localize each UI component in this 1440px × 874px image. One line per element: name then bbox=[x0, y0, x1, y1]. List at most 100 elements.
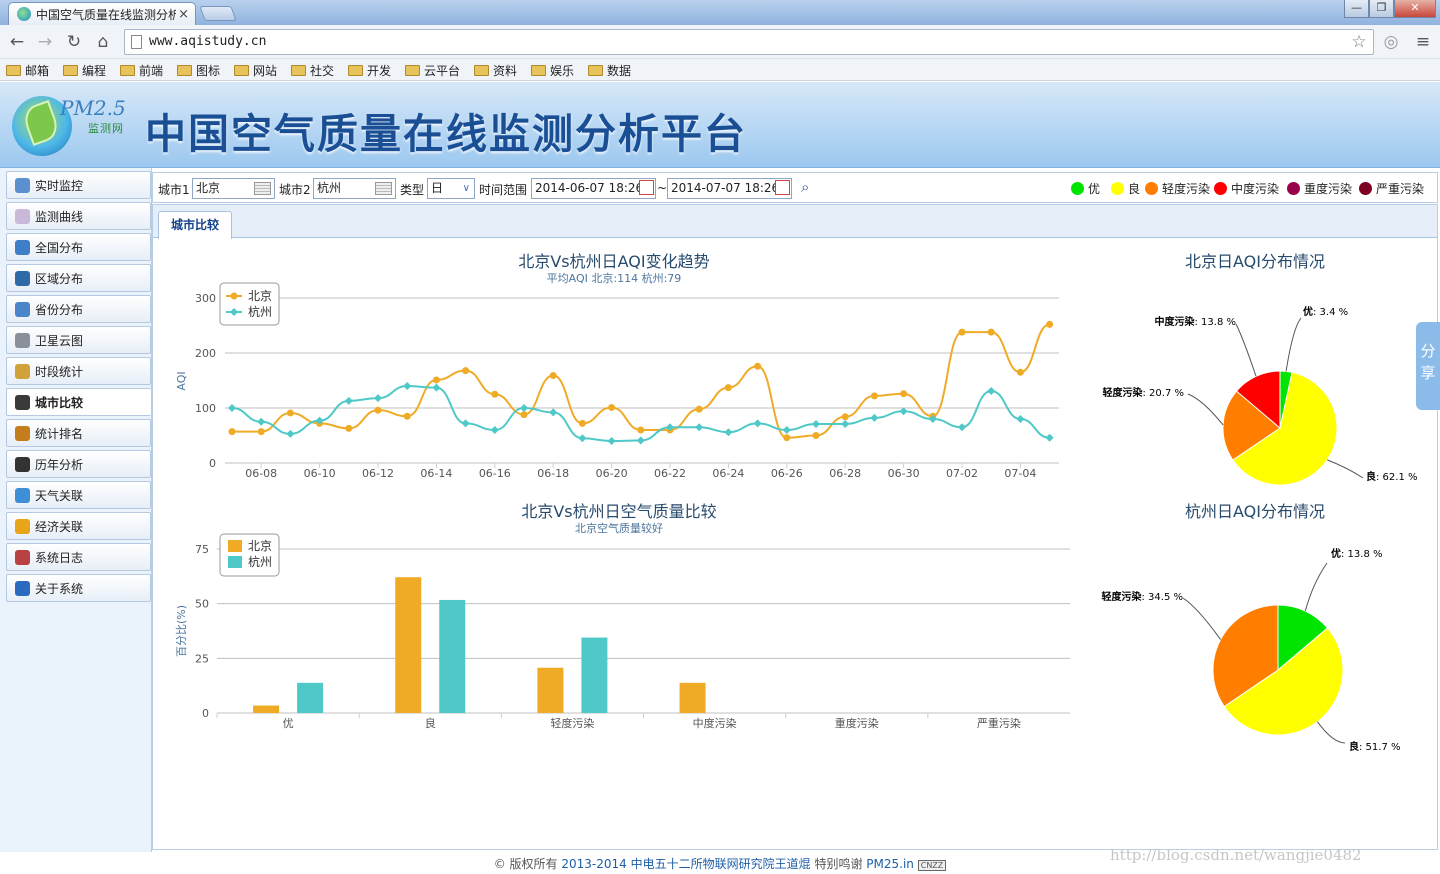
bookmark-6[interactable]: 开发 bbox=[348, 62, 391, 79]
bookmark-label: 开发 bbox=[367, 64, 392, 78]
folder-icon bbox=[474, 65, 489, 76]
restore-button[interactable]: ❐ bbox=[1369, 0, 1394, 18]
legend-label: 重度污染 bbox=[1304, 182, 1353, 196]
close-window-button[interactable]: ✕ bbox=[1394, 0, 1436, 18]
city-picker-icon[interactable] bbox=[375, 182, 392, 195]
data-point bbox=[695, 423, 704, 432]
copyright-link[interactable]: 2013-2014 中电五十二所物联网研究院王道焜 bbox=[561, 857, 810, 871]
x-tick-label: 06-26 bbox=[771, 467, 803, 480]
data-point bbox=[432, 383, 441, 392]
sidebar-item-6[interactable]: 时段统计 bbox=[6, 357, 151, 385]
history-icon bbox=[15, 456, 30, 472]
bookmark-7[interactable]: 云平台 bbox=[405, 62, 460, 79]
sidebar-item-10[interactable]: 天气关联 bbox=[6, 481, 151, 509]
data-point bbox=[724, 384, 732, 392]
tab-city-compare[interactable]: 城市比较 bbox=[158, 211, 232, 239]
calendar-icon[interactable] bbox=[775, 180, 790, 195]
forward-icon[interactable]: → bbox=[34, 31, 56, 53]
data-point bbox=[724, 428, 733, 437]
tab-close-icon[interactable]: × bbox=[178, 7, 189, 22]
pie-title: 杭州日AQI分布情况 bbox=[1185, 502, 1325, 521]
logo-text: PM2.5 bbox=[60, 96, 126, 120]
share-label: 分享 bbox=[1420, 342, 1436, 382]
bookmark-4[interactable]: 网站 bbox=[234, 62, 277, 79]
bookmark-1[interactable]: 编程 bbox=[63, 62, 106, 79]
data-point bbox=[578, 419, 586, 427]
calendar-icon[interactable] bbox=[639, 180, 654, 195]
search-icon[interactable]: ⌕ bbox=[801, 178, 809, 196]
share-button[interactable]: 分享 bbox=[1416, 322, 1440, 410]
city1-input[interactable]: 北京 bbox=[192, 178, 275, 199]
sidebar-item-0[interactable]: 实时监控 bbox=[6, 171, 151, 199]
pie-label-value: : 62.1 % bbox=[1376, 472, 1418, 483]
data-point bbox=[958, 328, 966, 336]
minimize-button[interactable]: — bbox=[1344, 0, 1369, 18]
sidebar-item-4[interactable]: 省份分布 bbox=[6, 295, 151, 323]
bookmark-2[interactable]: 前端 bbox=[120, 62, 163, 79]
legend-dot bbox=[1145, 182, 1158, 195]
bookmark-5[interactable]: 社交 bbox=[291, 62, 334, 79]
city2-value: 杭州 bbox=[317, 181, 342, 195]
menu-icon[interactable]: ≡ bbox=[1412, 31, 1434, 53]
bookmark-label: 网站 bbox=[253, 64, 278, 78]
filter-bar: 城市1 北京 城市2 杭州 类型 日 ∨ 时间范围 2014-06-07 18:… bbox=[152, 172, 1438, 203]
new-tab-button[interactable] bbox=[199, 6, 237, 21]
extension-icon[interactable]: ◎ bbox=[1380, 31, 1402, 53]
data-point bbox=[870, 392, 878, 400]
sidebar-item-1[interactable]: 监测曲线 bbox=[6, 202, 151, 230]
data-point bbox=[374, 406, 382, 414]
x-tick-label: 06-30 bbox=[888, 467, 920, 480]
bar-杭州 bbox=[297, 682, 324, 713]
bookmark-0[interactable]: 邮箱 bbox=[6, 62, 49, 79]
site-title: 中国空气质量在线监测分析平台 bbox=[145, 110, 747, 158]
leaf-icon bbox=[20, 100, 62, 146]
pie-connector bbox=[1235, 323, 1257, 377]
sidebar-item-9[interactable]: 历年分析 bbox=[6, 450, 151, 478]
sidebar-nav: 实时监控监测曲线全国分布区域分布省份分布卫星云图时段统计城市比较统计排名历年分析… bbox=[0, 168, 152, 856]
url-text: www.aqistudy.cn bbox=[149, 34, 267, 49]
tab-title: 中国空气质量在线监测分析 bbox=[36, 7, 176, 22]
city2-input[interactable]: 杭州 bbox=[313, 178, 396, 199]
back-icon[interactable]: ← bbox=[6, 31, 28, 53]
bookmark-3[interactable]: 图标 bbox=[177, 62, 220, 79]
bookmark-label: 社交 bbox=[310, 64, 335, 78]
sidebar-item-7[interactable]: 城市比较 bbox=[6, 388, 151, 416]
compare-icon bbox=[15, 394, 30, 410]
bookmark-8[interactable]: 资料 bbox=[474, 62, 517, 79]
line-chart-title: 北京Vs杭州日AQI变化趋势 bbox=[518, 252, 709, 271]
y-tick-label: 50 bbox=[195, 598, 209, 611]
end-date-input[interactable]: 2014-07-07 18:26 bbox=[667, 178, 792, 199]
aqi-legend-item: 严重污染 bbox=[1359, 180, 1424, 197]
home-icon[interactable]: ⌂ bbox=[92, 31, 114, 53]
pie-label: 良: 62.1 % bbox=[1366, 470, 1418, 483]
province-icon bbox=[15, 301, 30, 317]
bookmark-9[interactable]: 娱乐 bbox=[531, 62, 574, 79]
site-favicon-icon bbox=[17, 7, 31, 21]
sidebar-item-13[interactable]: 关于系统 bbox=[6, 574, 151, 602]
cnzz-badge[interactable]: CNZZ bbox=[917, 860, 947, 871]
bookmark-10[interactable]: 数据 bbox=[588, 62, 631, 79]
sidebar-item-11[interactable]: 经济关联 bbox=[6, 512, 151, 540]
data-point bbox=[1045, 433, 1054, 442]
pie-label-value: : 34.5 % bbox=[1142, 592, 1184, 603]
browser-tab[interactable]: 中国空气质量在线监测分析 × bbox=[8, 2, 196, 25]
bookmark-star-icon[interactable]: ☆ bbox=[1348, 31, 1370, 53]
city-picker-icon[interactable] bbox=[254, 182, 271, 195]
folder-icon bbox=[63, 65, 78, 76]
pie-connector bbox=[1285, 317, 1302, 372]
address-bar[interactable]: www.aqistudy.cn bbox=[124, 29, 1374, 55]
charts-area: 北京Vs杭州日AQI变化趋势平均AQI 北京:114 杭州:79 0 100 200 3… bbox=[175, 252, 1418, 753]
reload-icon[interactable]: ↻ bbox=[63, 31, 85, 53]
x-tick-label: 07-04 bbox=[1004, 467, 1036, 480]
type-select[interactable]: 日 ∨ bbox=[427, 178, 475, 199]
sidebar-item-8[interactable]: 统计排名 bbox=[6, 419, 151, 447]
sidebar-item-12[interactable]: 系统日志 bbox=[6, 543, 151, 571]
sidebar-item-3[interactable]: 区域分布 bbox=[6, 264, 151, 292]
pie-label-name: 优 bbox=[1303, 305, 1313, 318]
sidebar-item-2[interactable]: 全国分布 bbox=[6, 233, 151, 261]
data-point bbox=[1016, 415, 1025, 423]
sidebar-item-5[interactable]: 卫星云图 bbox=[6, 326, 151, 354]
start-date-input[interactable]: 2014-06-07 18:26 bbox=[531, 178, 656, 199]
y-tick-label: 200 bbox=[195, 347, 216, 360]
pm25-link[interactable]: PM25.in bbox=[866, 857, 914, 871]
